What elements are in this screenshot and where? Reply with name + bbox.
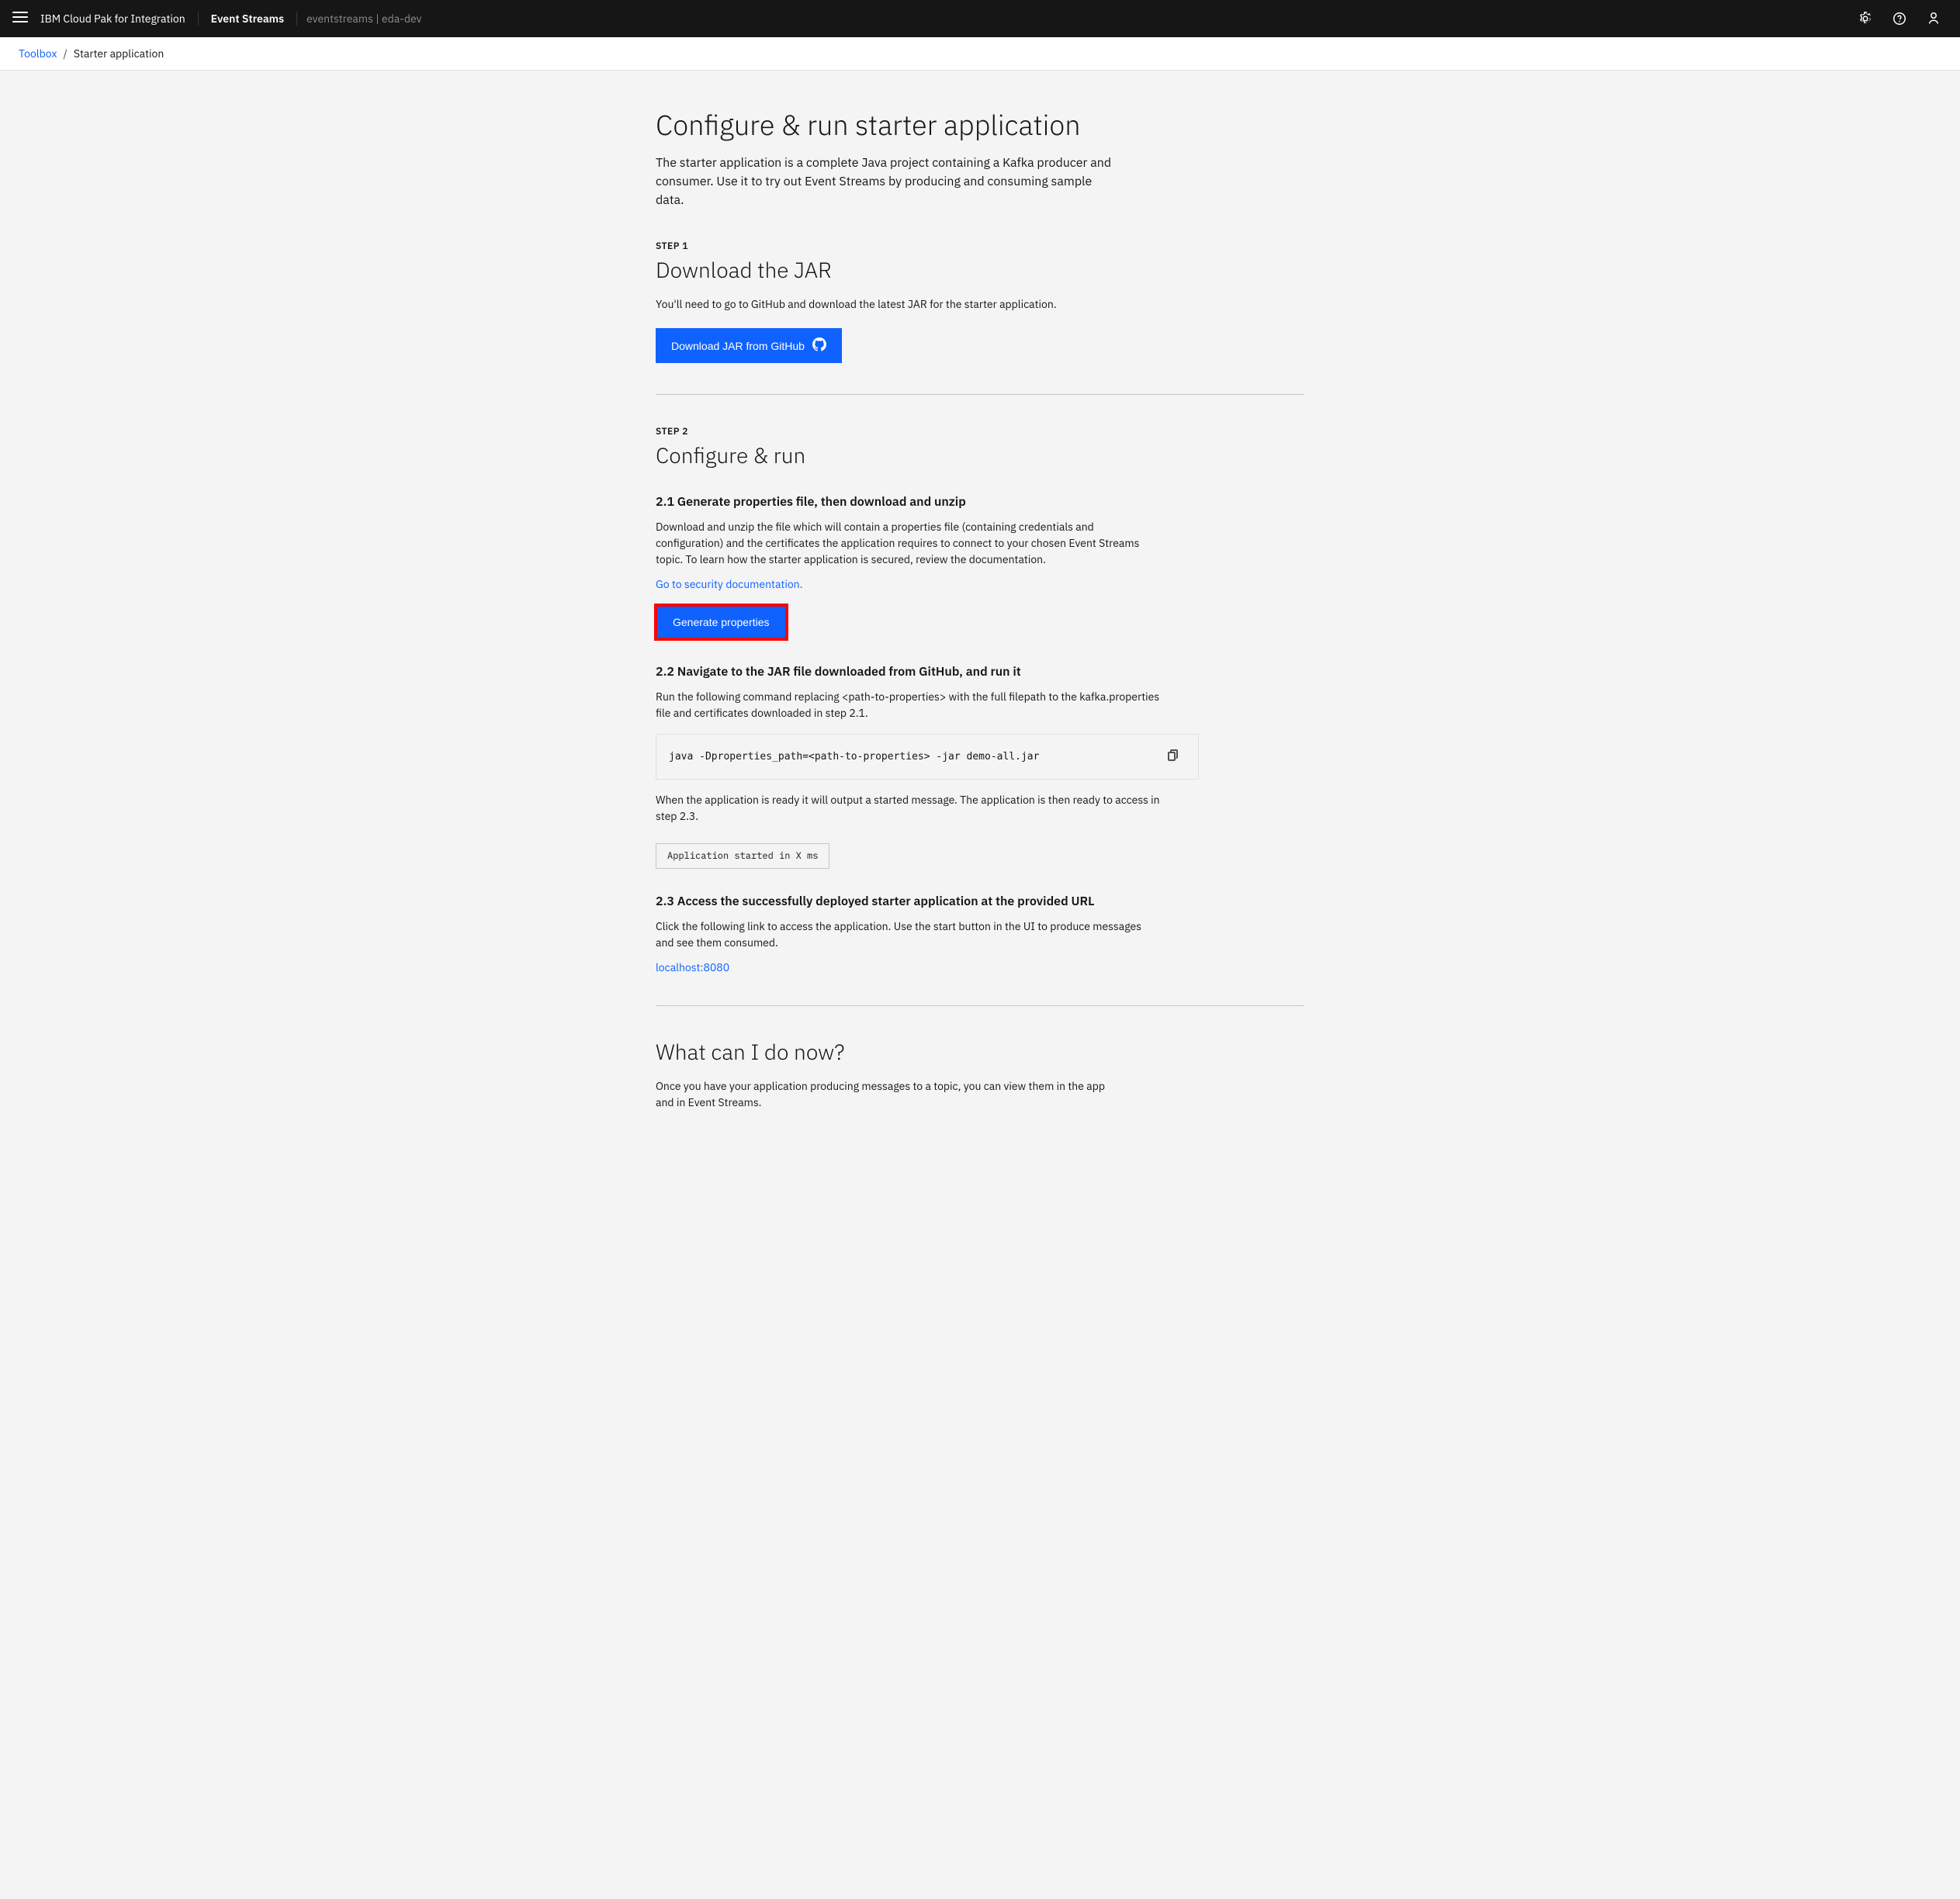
code-block: java -Dproperties_path=<path-to-properti… xyxy=(656,734,1199,780)
substep22-after-text: When the application is ready it will ou… xyxy=(656,792,1160,825)
substep-2-1: 2.1 Generate properties file, then downl… xyxy=(656,494,1304,639)
breadcrumb-toolbox-link[interactable]: Toolbox xyxy=(19,47,57,61)
page-description: The starter application is a complete Ja… xyxy=(656,154,1121,209)
topbar-brand: IBM Cloud Pak for Integration xyxy=(40,12,199,26)
substep22-description: Run the following command replacing <pat… xyxy=(656,689,1160,721)
code-text: java -Dproperties_path=<path-to-properti… xyxy=(669,751,1161,763)
breadcrumb-separator: / xyxy=(63,47,67,61)
substep21-title: 2.1 Generate properties file, then downl… xyxy=(656,494,1304,510)
download-jar-button[interactable]: Download JAR from GitHub xyxy=(656,328,842,363)
step2-label: Step 2 xyxy=(656,426,1304,438)
substep23-description: Click the following link to access the a… xyxy=(656,918,1160,951)
topbar-product: Event Streams xyxy=(211,12,297,26)
user-button[interactable] xyxy=(1920,5,1948,33)
substep22-title: 2.2 Navigate to the JAR file downloaded … xyxy=(656,664,1304,680)
substep-2-2: 2.2 Navigate to the JAR file downloaded … xyxy=(656,664,1304,869)
step2-divider xyxy=(656,1005,1304,1006)
step1-label: Step 1 xyxy=(656,240,1304,252)
breadcrumb-current: Starter application xyxy=(74,47,164,61)
security-docs-link[interactable]: Go to security documentation. xyxy=(656,577,802,591)
help-button[interactable] xyxy=(1886,5,1913,33)
page-title: Configure & run starter application xyxy=(656,108,1304,141)
breadcrumb: Toolbox / Starter application xyxy=(0,37,1960,71)
what-now-description: Once you have your application producing… xyxy=(656,1078,1121,1111)
localhost-link[interactable]: localhost:8080 xyxy=(656,960,729,974)
main-content: Configure & run starter application The … xyxy=(631,71,1329,1148)
copy-code-button[interactable] xyxy=(1161,745,1186,768)
topbar: IBM Cloud Pak for Integration Event Stre… xyxy=(0,0,1960,37)
step1-title: Download the JAR xyxy=(656,255,1304,284)
step1-section: Step 1 Download the JAR You'll need to g… xyxy=(656,240,1304,363)
step2-title: Configure & run xyxy=(656,441,1304,469)
substep21-description: Download and unzip the file which will c… xyxy=(656,519,1160,568)
substep23-title: 2.3 Access the successfully deployed sta… xyxy=(656,894,1304,909)
app-started-badge: Application started in X ms xyxy=(656,843,829,869)
topbar-instance: eventstreams | eda-dev xyxy=(306,12,1851,26)
step1-description: You'll need to go to GitHub and download… xyxy=(656,296,1160,313)
topbar-action-icons xyxy=(1851,5,1948,33)
generate-properties-button[interactable]: Generate properties xyxy=(656,605,787,639)
download-jar-label: Download JAR from GitHub xyxy=(671,340,805,352)
what-now-section: What can I do now? Once you have your ap… xyxy=(656,1037,1304,1111)
generate-properties-label: Generate properties xyxy=(673,616,770,628)
what-now-title: What can I do now? xyxy=(656,1037,1304,1066)
step2-section: Step 2 Configure & run 2.1 Generate prop… xyxy=(656,426,1304,974)
substep-2-3: 2.3 Access the successfully deployed sta… xyxy=(656,894,1304,974)
step1-divider xyxy=(656,394,1304,395)
settings-button[interactable] xyxy=(1851,5,1879,33)
github-icon xyxy=(812,337,826,354)
hamburger-menu-icon[interactable] xyxy=(12,9,28,29)
